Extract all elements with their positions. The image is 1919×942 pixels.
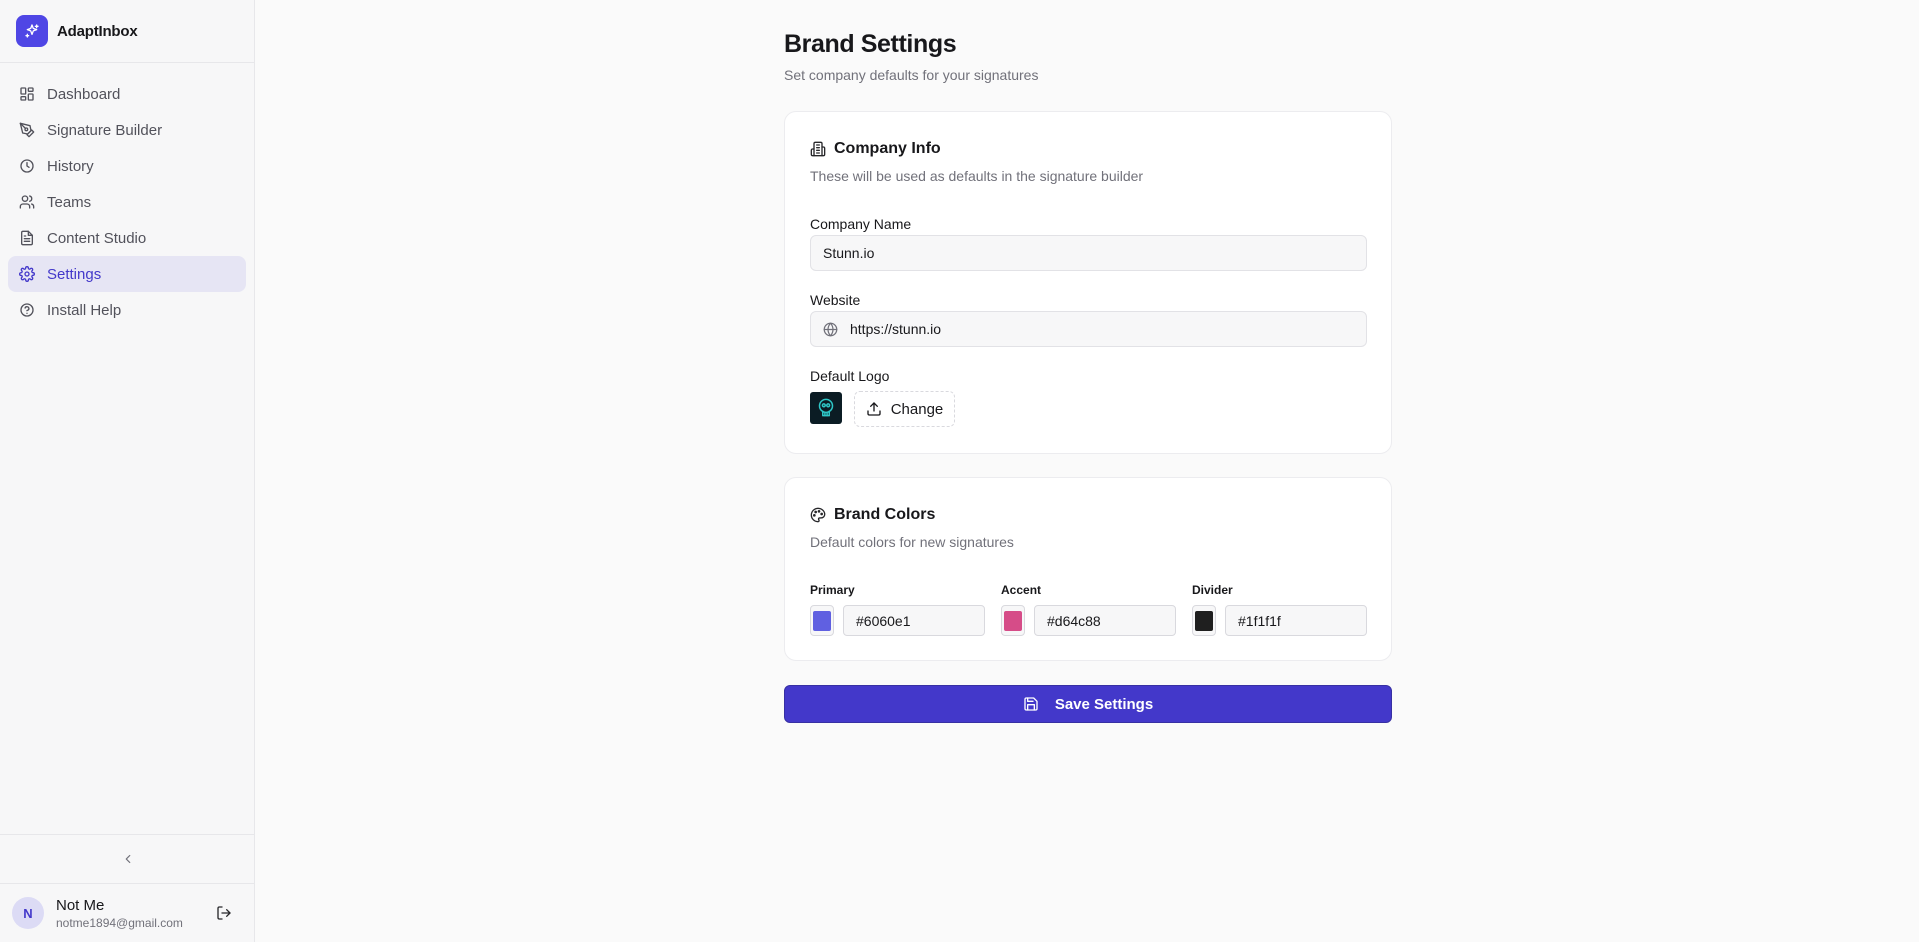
- globe-icon: [823, 322, 838, 336]
- divider-color-input[interactable]: #1f1f1f: [1225, 605, 1367, 636]
- dashboard-icon: [20, 87, 34, 101]
- sidebar-item-install-help[interactable]: Install Help: [8, 292, 246, 328]
- sidebar-item-label: Install Help: [47, 301, 122, 319]
- sidebar-item-settings[interactable]: Settings: [8, 256, 246, 292]
- page-title: Brand Settings: [784, 30, 957, 58]
- user-profile: N Not Me notme1894@gmail.com: [0, 884, 255, 942]
- avatar: N: [12, 897, 44, 929]
- accent-color-swatch: [1004, 610, 1022, 631]
- app-name: AdaptInbox: [57, 22, 138, 40]
- brand-header[interactable]: AdaptInbox: [0, 0, 254, 63]
- brand-colors-card: Brand Colors Default colors for new sign…: [784, 477, 1392, 661]
- sidebar-item-label: History: [47, 157, 94, 175]
- primary-color-input[interactable]: #6060e1: [843, 605, 985, 636]
- sidebar-item-label: Content Studio: [47, 229, 147, 247]
- website-input[interactable]: https://stunn.io: [810, 311, 1367, 347]
- brand-colors-title: Brand Colors: [834, 506, 936, 523]
- default-logo-label: Default Logo: [810, 368, 890, 384]
- save-settings-label: Save Settings: [1054, 695, 1154, 713]
- main-content: Brand Settings Set company defaults for …: [256, 0, 1919, 942]
- sidebar-item-dashboard[interactable]: Dashboard: [8, 76, 246, 112]
- save-settings-button[interactable]: Save Settings: [784, 685, 1392, 723]
- page-subtitle: Set company defaults for your signatures: [784, 67, 1039, 83]
- chevron-left-icon: [125, 854, 130, 864]
- user-email: notme1894@gmail.com: [56, 915, 183, 930]
- sidebar-item-label: Teams: [47, 193, 92, 211]
- company-info-subtitle: These will be used as defaults in the si…: [810, 168, 1144, 184]
- change-logo-button[interactable]: Change: [854, 391, 955, 427]
- sidebar-item-label: Dashboard: [47, 85, 121, 103]
- primary-color-picker[interactable]: [810, 605, 834, 636]
- gear-icon: [19, 266, 35, 282]
- sidebar-item-signature-builder[interactable]: Signature Builder: [8, 112, 246, 148]
- website-value: https://stunn.io: [850, 321, 942, 337]
- upload-icon: [867, 402, 881, 416]
- save-icon: [1024, 697, 1038, 711]
- sidebar: AdaptInbox Dashboard Signature Builder H…: [0, 0, 255, 942]
- building-icon: [810, 141, 826, 157]
- help-circle-icon: [20, 303, 34, 317]
- palette-icon: [810, 507, 826, 523]
- company-name-value: Stunn.io: [823, 245, 875, 261]
- divider-color-value: #1f1f1f: [1238, 612, 1281, 629]
- divider-color-picker[interactable]: [1192, 605, 1216, 636]
- accent-color-input[interactable]: #d64c88: [1034, 605, 1176, 636]
- divider-color-label: Divider: [1192, 583, 1233, 597]
- collapse-sidebar-button[interactable]: [0, 834, 255, 884]
- company-info-title: Company Info: [834, 140, 941, 157]
- website-label: Website: [810, 292, 861, 308]
- company-name-input[interactable]: Stunn.io: [810, 235, 1367, 271]
- change-logo-label: Change: [890, 400, 944, 418]
- color-field-divider: Divider #1f1f1f: [1192, 583, 1367, 636]
- log-out-icon: [217, 906, 231, 920]
- user-name: Not Me: [56, 896, 105, 914]
- primary-color-value: #6060e1: [856, 612, 911, 629]
- logo-thumbnail: [810, 392, 842, 424]
- skull-logo-icon: [818, 398, 834, 417]
- primary-color-swatch: [813, 610, 831, 631]
- sidebar-item-label: Signature Builder: [47, 121, 163, 139]
- accent-color-picker[interactable]: [1001, 605, 1025, 636]
- color-field-accent: Accent #d64c88: [1001, 583, 1176, 636]
- company-name-label: Company Name: [810, 216, 912, 232]
- sidebar-item-history[interactable]: History: [8, 148, 246, 184]
- users-icon: [19, 195, 35, 209]
- company-info-card: Company Info These will be used as defau…: [784, 111, 1392, 454]
- sidebar-item-teams[interactable]: Teams: [8, 184, 246, 220]
- sidebar-nav: Dashboard Signature Builder History Team…: [0, 63, 254, 328]
- accent-color-value: #d64c88: [1047, 612, 1101, 629]
- primary-color-label: Primary: [810, 583, 855, 597]
- brand-colors-subtitle: Default colors for new signatures: [810, 534, 1014, 550]
- sparkles-icon: [16, 15, 48, 47]
- pen-tool-icon: [19, 122, 35, 138]
- file-text-icon: [21, 230, 33, 246]
- color-field-primary: Primary #6060e1: [810, 583, 985, 636]
- divider-color-swatch: [1195, 610, 1213, 631]
- accent-color-label: Accent: [1001, 583, 1042, 597]
- sidebar-item-content-studio[interactable]: Content Studio: [8, 220, 246, 256]
- logout-button[interactable]: [216, 905, 232, 926]
- sidebar-item-label: Settings: [47, 265, 102, 283]
- clock-icon: [20, 159, 34, 173]
